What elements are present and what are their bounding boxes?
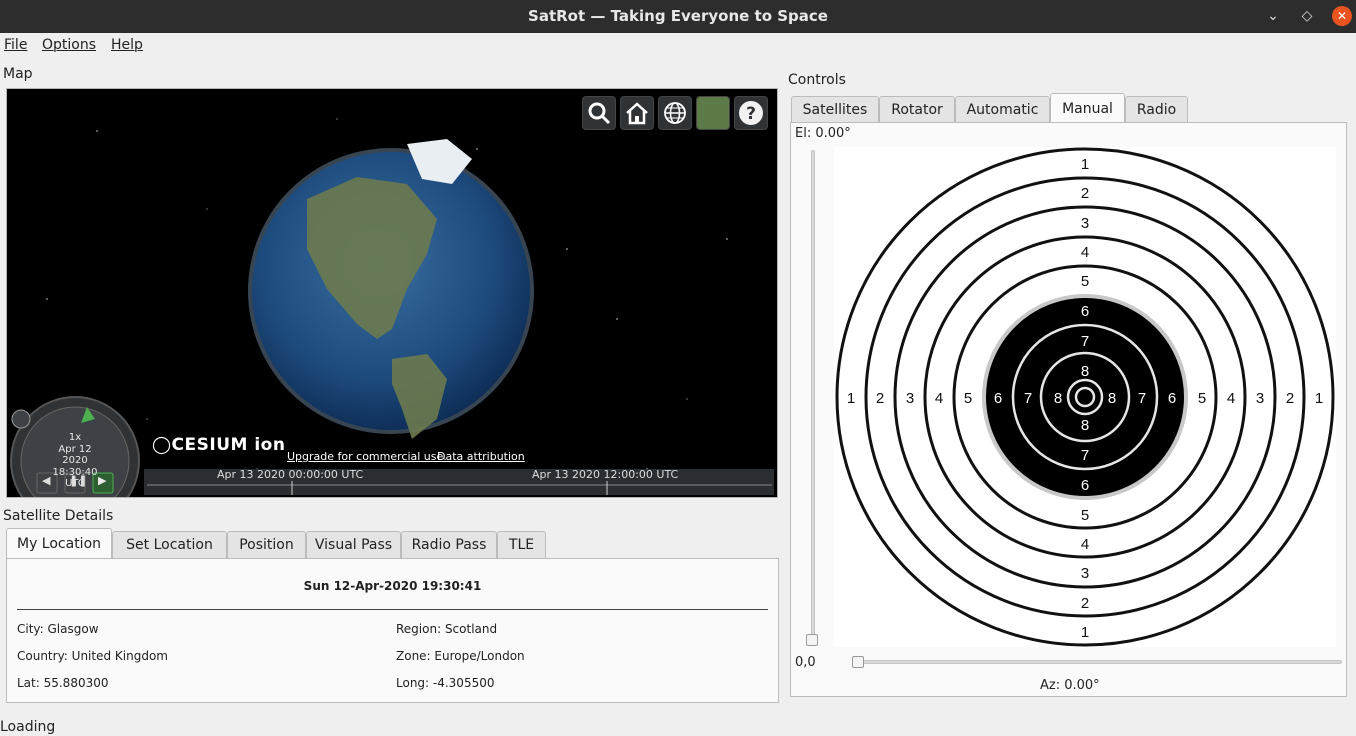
pause-button[interactable]: ❚❚ xyxy=(69,474,87,487)
satellite-details-label: Satellite Details xyxy=(3,508,114,524)
ring-label-4: 4 xyxy=(1081,536,1089,553)
ring-label-4: 4 xyxy=(935,390,943,407)
tab-set-location[interactable]: Set Location xyxy=(112,531,227,559)
search-icon[interactable] xyxy=(582,96,616,130)
globe-icon[interactable] xyxy=(658,96,692,130)
rewind-button[interactable]: ◀ xyxy=(42,474,50,487)
ring-label-2: 2 xyxy=(1286,390,1294,407)
ring-label-6: 6 xyxy=(1168,390,1176,407)
local-datetime: Sun 12-Apr-2020 19:30:41 xyxy=(303,579,482,593)
ring-label-7: 7 xyxy=(1138,390,1146,407)
cesium-logo: ◯CESIUM ion xyxy=(152,435,286,455)
azimuth-slider[interactable] xyxy=(852,660,1342,664)
ring-label-8: 8 xyxy=(1081,363,1089,380)
elevation-slider-handle[interactable] xyxy=(806,634,818,646)
globe-view[interactable] xyxy=(7,89,778,498)
ring-label-7: 7 xyxy=(1081,447,1089,464)
ring-label-8: 8 xyxy=(1081,417,1089,434)
ring-label-8: 8 xyxy=(1054,390,1062,407)
ring-label-1: 1 xyxy=(847,390,855,407)
tab-tle[interactable]: TLE xyxy=(497,531,546,559)
menu-file[interactable]: File xyxy=(4,37,27,53)
ring-label-6: 6 xyxy=(1081,303,1089,320)
elevation-slider[interactable] xyxy=(811,150,815,642)
city-value: City: Glasgow xyxy=(17,622,99,636)
ring-label-7: 7 xyxy=(1081,333,1089,350)
title-bar: SatRot — Taking Everyone to Space ⌄ ◇ ✕ xyxy=(0,0,1356,33)
ring-label-1: 1 xyxy=(1081,156,1089,173)
clock-speed: 1x xyxy=(68,432,82,443)
clock-icon xyxy=(11,409,31,429)
chevron-down-icon[interactable]: ⌄ xyxy=(1263,6,1283,26)
data-attribution-link[interactable]: Data attribution xyxy=(437,450,525,463)
timeline-label-1: Apr 13 2020 00:00:00 UTC xyxy=(217,468,364,481)
ring-label-7: 7 xyxy=(1024,390,1032,407)
tab-radio[interactable]: Radio xyxy=(1125,96,1188,124)
svg-text:?: ? xyxy=(746,104,756,124)
status-text: Loading xyxy=(0,719,56,735)
ring-label-2: 2 xyxy=(1081,595,1089,612)
azimuth-readout: Az: 0.00° xyxy=(1040,678,1100,693)
clock-date: Apr 12 2020 xyxy=(58,443,92,467)
map-viewer[interactable]: ? 1x Apr 12 2020 18:30:40 UTC ◀ ❚❚ ▶ ◯CE… xyxy=(6,88,778,498)
country-value: Country: United Kingdom xyxy=(17,649,168,663)
tab-satellites[interactable]: Satellites xyxy=(791,96,879,124)
cesium-logo-icon: ◯ xyxy=(152,435,172,455)
ring-label-6: 6 xyxy=(994,390,1002,407)
long-value: Long: -4.305500 xyxy=(396,676,495,690)
ring-label-2: 2 xyxy=(1081,185,1089,202)
ring-label-5: 5 xyxy=(1081,273,1089,290)
region-value: Region: Scotland xyxy=(396,622,498,636)
ring-label-3: 3 xyxy=(906,390,914,407)
ring-label-3: 3 xyxy=(1256,390,1264,407)
ring-label-6: 6 xyxy=(1081,477,1089,494)
tab-my-location[interactable]: My Location xyxy=(6,528,112,558)
tab-manual[interactable]: Manual xyxy=(1050,93,1125,123)
ring-label-8: 8 xyxy=(1108,390,1116,407)
ring-label-5: 5 xyxy=(1081,507,1089,524)
maximize-icon[interactable]: ◇ xyxy=(1297,6,1317,26)
home-icon[interactable] xyxy=(620,96,654,130)
upgrade-link[interactable]: Upgrade for commercial use. xyxy=(287,450,447,463)
window-title: SatRot — Taking Everyone to Space xyxy=(528,7,828,25)
timeline-label-2: Apr 13 2020 12:00:00 UTC xyxy=(532,468,679,481)
ring-label-4: 4 xyxy=(1081,244,1089,261)
imagery-icon[interactable] xyxy=(696,96,730,130)
ring-label-1: 1 xyxy=(1315,390,1323,407)
ring-label-5: 5 xyxy=(964,390,972,407)
origin-readout: 0,0 xyxy=(795,655,816,670)
menu-options[interactable]: Options xyxy=(42,37,96,53)
tab-rotator[interactable]: Rotator xyxy=(879,96,955,124)
tab-automatic[interactable]: Automatic xyxy=(955,96,1050,124)
lat-value: Lat: 55.880300 xyxy=(17,676,109,690)
tab-radio-pass[interactable]: Radio Pass xyxy=(401,531,497,559)
ring-label-1: 1 xyxy=(1081,624,1089,641)
ring-label-5: 5 xyxy=(1198,390,1206,407)
details-panel: Sun 12-Apr-2020 19:30:41 City: Glasgow R… xyxy=(6,558,779,703)
ring-label-2: 2 xyxy=(876,390,884,407)
tab-position[interactable]: Position xyxy=(227,531,306,559)
divider xyxy=(17,609,768,610)
menu-bar: File Options Help xyxy=(0,33,1356,57)
tab-visual-pass[interactable]: Visual Pass xyxy=(306,531,401,559)
map-label: Map xyxy=(3,66,33,82)
ring-label-3: 3 xyxy=(1081,215,1089,232)
elevation-readout: El: 0.00° xyxy=(795,126,851,141)
menu-help[interactable]: Help xyxy=(111,37,143,53)
ring-label-3: 3 xyxy=(1081,565,1089,582)
black-zone xyxy=(986,298,1184,496)
help-icon[interactable]: ? xyxy=(734,96,768,130)
target-view[interactable]: 1 1 1 1 2 2 2 2 3 3 3 3 4 4 4 4 5 5 5 5 6 6 6 6 7 7 7 7 8 8 8 8 xyxy=(834,147,1336,647)
ring-label-4: 4 xyxy=(1227,390,1235,407)
close-icon[interactable]: ✕ xyxy=(1332,6,1352,26)
zone-value: Zone: Europe/London xyxy=(396,649,525,663)
play-button[interactable]: ▶ xyxy=(98,474,106,487)
azimuth-slider-handle[interactable] xyxy=(852,656,864,668)
controls-label: Controls xyxy=(788,72,846,88)
